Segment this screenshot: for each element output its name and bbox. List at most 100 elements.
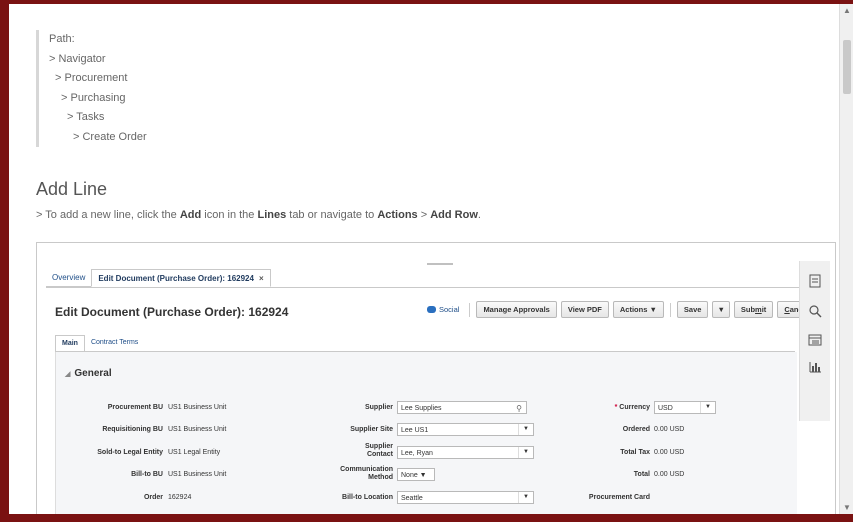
instruction-actions: Actions [377,209,418,221]
currency-label: * Currency [557,404,650,412]
communication-method-select[interactable]: None ▼ [397,468,435,481]
splitter-grip[interactable] [427,263,453,265]
required-indicator: * [614,404,618,411]
supplier-value: Lee Supplies [401,405,442,412]
procurement-bu-label: Procurement BU [107,404,163,411]
ordered-value: 0.00 USD [654,426,685,433]
order-label: Order [143,494,163,501]
supplier-contact-value: Lee, Ryan [401,450,433,457]
scroll-down-arrow-icon[interactable]: ▼ [843,503,851,512]
save-button[interactable]: Save [676,301,709,318]
chevron-down-icon[interactable]: ▼ [518,447,533,458]
general-section-header[interactable]: ◢ General [65,368,112,379]
communication-method-label-line2: Method [368,474,393,481]
instruction-add-row: Add Row [430,209,478,221]
submit-label: it [761,305,767,314]
close-icon[interactable]: × [259,274,264,283]
document-subtabs: Main Contract Terms [55,335,144,351]
supplier-label: Supplier [364,404,393,411]
search-icon[interactable] [808,304,822,318]
requisitioning-bu-value: US1 Business Unit [168,426,227,433]
bill-to-bu-value: US1 Business Unit [168,471,227,478]
submit-button[interactable]: Submit [733,301,774,318]
bill-to-location-value: Seattle [401,495,423,502]
actions-menu-button[interactable]: Actions ▼ [612,301,664,318]
total-label: Total [633,471,650,478]
bill-to-bu-label: Bill-to BU [131,471,163,478]
document-title: Edit Document (Purchase Order): 162924 [55,305,289,319]
document-list-icon[interactable] [808,274,822,288]
ordered-label: Ordered [622,426,650,433]
tab-contract-terms[interactable]: Contract Terms [85,335,144,351]
tab-main[interactable]: Main [55,335,85,351]
section-title: Add Line [36,179,108,199]
supplier-contact-label: Supplier Contact [307,443,393,459]
document-tabs: Overview Edit Document (Purchase Order):… [46,269,271,287]
scroll-up-arrow-icon[interactable]: ▲ [843,6,851,15]
document-toolbar: Social Manage Approvals View PDF Actions… [427,301,816,318]
scrollbar-thumb[interactable] [843,40,851,94]
tab-edit-document[interactable]: Edit Document (Purchase Order): 162924 × [91,269,271,287]
currency-value: USD [658,405,673,412]
chevron-down-icon[interactable]: ▼ [700,402,715,413]
tab-edit-document-label: Edit Document (Purchase Order): 162924 [98,274,254,283]
requisitioning-bu-label: Requisitioning BU [102,426,163,433]
path-label: Path: [36,30,147,50]
instruction-lines: Lines [257,209,287,221]
social-label: Social [439,305,460,314]
sold-to-legal-entity-value: US1 Legal Entity [168,449,221,456]
supplier-input[interactable]: Lee Supplies ⚲ [397,401,527,414]
instruction-text: . [477,209,481,221]
collapse-triangle-icon: ◢ [65,371,71,378]
chevron-down-icon[interactable]: ▼ [518,492,533,503]
order-value: 162924 [168,494,192,501]
instruction-text: > To add a new line, click the [36,209,180,221]
bill-to-location-label: Bill-to Location [342,494,393,501]
chevron-down-icon[interactable]: ▼ [518,424,533,435]
supplier-contact-label-line1: Supplier [364,443,393,450]
supplier-contact-select[interactable]: Lee, Ryan ▼ [397,446,534,459]
supplier-contact-label-line2: Contact [366,451,393,458]
path-step-navigator: > Navigator [36,49,147,69]
instruction-text: tab or navigate to [286,209,378,221]
social-link[interactable]: Social [427,305,459,314]
tab-divider [46,287,806,288]
total-value: 0.00 USD [654,471,685,478]
total-tax-label: Total Tax [620,449,650,456]
page-scrollbar[interactable]: ▲ ▼ [839,4,853,514]
bill-to-location-select[interactable]: Seattle ▼ [397,491,534,504]
manage-approvals-button[interactable]: Manage Approvals [476,301,557,318]
path-step-procurement: > Procurement [36,69,147,89]
instruction-text: > [417,209,431,221]
save-dropdown-button[interactable]: ▼ [712,301,730,318]
embedded-screenshot: Overview Edit Document (Purchase Order):… [36,242,836,514]
search-icon[interactable]: ⚲ [516,402,522,415]
tab-overview[interactable]: Overview [46,269,92,287]
navigation-path: Path: > Navigator > Procurement > Purcha… [36,30,147,147]
supplier-site-value: Lee US1 [401,427,429,434]
supplier-site-select[interactable]: Lee US1 ▼ [397,423,534,436]
submit-label: Sub [740,305,756,314]
section-instruction: > To add a new line, click the Add icon … [36,209,481,221]
toolbar-separator [469,302,471,317]
path-step-tasks: > Tasks [36,108,147,128]
currency-label-text: Currency [619,404,650,411]
currency-select[interactable]: USD ▼ [654,401,716,414]
path-step-purchasing: > Purchasing [36,88,147,108]
table-view-icon[interactable] [808,333,822,347]
view-pdf-button[interactable]: View PDF [560,301,609,318]
procurement-bu-value: US1 Business Unit [168,404,227,411]
social-icon [427,306,436,313]
total-tax-value: 0.00 USD [654,449,685,456]
submit-mnemonic: m [755,305,762,314]
toolbar-separator [669,302,671,317]
help-page: Path: > Navigator > Procurement > Purcha… [9,4,839,514]
supplier-site-label: Supplier Site [350,426,393,433]
communication-method-label-line1: Communication [340,466,393,473]
analytics-chart-icon[interactable] [808,360,822,374]
procurement-card-label: Procurement Card [588,494,650,501]
communication-method-label: Communication Method [307,466,393,482]
sold-to-legal-entity-label: Sold-to Legal Entity [97,449,163,456]
path-step-create-order: > Create Order [36,127,147,147]
instruction-add: Add [179,209,202,221]
